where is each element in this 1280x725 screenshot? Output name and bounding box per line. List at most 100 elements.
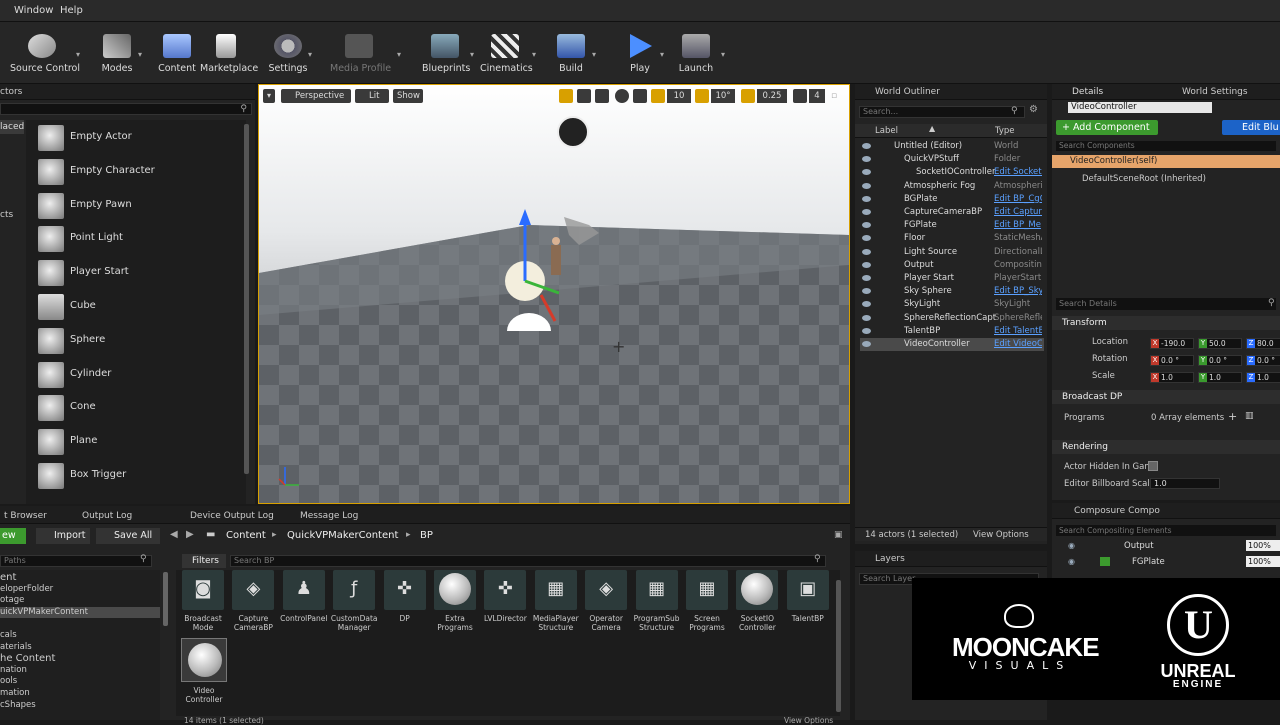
world-space-icon[interactable] bbox=[615, 89, 629, 103]
bottom-tab[interactable]: Output Log bbox=[82, 508, 132, 524]
outliner-row[interactable]: VideoController Edit VideoC bbox=[860, 338, 1044, 351]
outliner-row-type[interactable]: Edit BP_Me bbox=[994, 219, 1042, 232]
maximize-viewport-icon[interactable]: ▫ bbox=[831, 89, 841, 103]
filters-button[interactable]: Filters bbox=[182, 554, 226, 568]
search-details-input[interactable]: Search Details bbox=[1056, 298, 1276, 310]
actor-item[interactable]: Empty Actor bbox=[38, 122, 238, 152]
grid-snap-icon[interactable] bbox=[651, 89, 665, 103]
category-recently-placed[interactable]: laced bbox=[0, 120, 24, 134]
asset-search-input[interactable]: Search BP bbox=[230, 555, 826, 567]
eye-icon[interactable] bbox=[862, 235, 871, 242]
content-button[interactable]: Content bbox=[158, 26, 196, 80]
object-name-field[interactable]: VideoController bbox=[1068, 102, 1212, 113]
breadcrumb-quickvp[interactable]: QuickVPMakerContent bbox=[287, 530, 398, 541]
composure-output-opacity[interactable]: 100% bbox=[1246, 540, 1280, 551]
camera-speed-icon[interactable] bbox=[793, 89, 807, 103]
outliner-row[interactable]: TalentBP Edit TalentE bbox=[860, 325, 1044, 338]
blueprints-button[interactable]: Blueprints bbox=[422, 26, 470, 80]
outliner-row-type[interactable]: Edit SocketI bbox=[994, 166, 1042, 179]
loc-z-field[interactable]: Z 80.0 bbox=[1246, 338, 1280, 349]
add-component-button[interactable]: + Add Component bbox=[1056, 120, 1158, 135]
actor-item[interactable]: Box Trigger bbox=[38, 460, 238, 490]
actor-item[interactable]: Player Start bbox=[38, 257, 238, 287]
play-dropdown[interactable]: ▾ bbox=[660, 50, 664, 59]
outliner-search-input[interactable]: Search... bbox=[859, 106, 1025, 118]
place-search-input[interactable]: ⚲ bbox=[0, 103, 252, 115]
composure-row-fgplate[interactable]: FGPlate bbox=[1132, 557, 1165, 567]
launch-dropdown[interactable]: ▾ bbox=[721, 50, 725, 59]
eye-icon[interactable] bbox=[862, 209, 871, 215]
outliner-row-type[interactable]: Edit VideoC bbox=[994, 338, 1042, 351]
folder-tree-item[interactable]: ent bbox=[0, 572, 160, 583]
scl-z-field[interactable]: Z 1.0 bbox=[1246, 372, 1280, 383]
add-element-icon[interactable]: + bbox=[1228, 410, 1237, 423]
edit-blueprint-button[interactable]: Edit Blu bbox=[1222, 120, 1280, 135]
paths-search-input[interactable]: Paths bbox=[0, 555, 152, 567]
outliner-row[interactable]: CaptureCameraBP Edit Capture bbox=[860, 206, 1044, 219]
actor-list-scrollbar[interactable] bbox=[244, 124, 249, 474]
asset-tile[interactable]: SocketIO Controller bbox=[732, 570, 782, 632]
rot-z-field[interactable]: Z 0.0 ° bbox=[1246, 355, 1280, 366]
eye-icon[interactable] bbox=[862, 275, 871, 281]
folder-tree-item[interactable]: uickVPMakerContent bbox=[0, 606, 160, 618]
scl-x-field[interactable]: X 1.0 bbox=[1150, 372, 1194, 383]
loc-x-field[interactable]: X -190.0 bbox=[1150, 338, 1194, 349]
content-view-options[interactable]: View Options bbox=[784, 716, 833, 725]
eye-icon[interactable] bbox=[862, 288, 871, 295]
forward-arrow-icon[interactable]: ▶ bbox=[186, 529, 194, 540]
eye-icon[interactable] bbox=[862, 341, 871, 347]
scale-snap-value[interactable]: 0.25 bbox=[757, 89, 787, 103]
eye-icon[interactable] bbox=[862, 327, 871, 334]
tab-details[interactable]: Details bbox=[1072, 87, 1103, 97]
bottom-tab[interactable]: Device Output Log bbox=[190, 508, 274, 524]
actor-item[interactable]: Plane bbox=[38, 426, 238, 456]
outliner-row[interactable]: Sky Sphere Edit BP_Sky bbox=[860, 285, 1044, 298]
marketplace-button[interactable]: Marketplace bbox=[200, 26, 258, 80]
rotation-snap-value[interactable]: 10° bbox=[711, 89, 735, 103]
blueprints-dropdown[interactable]: ▾ bbox=[470, 50, 474, 59]
actor-item[interactable]: Cube bbox=[38, 291, 238, 321]
source-control-button[interactable]: Source Control bbox=[10, 26, 80, 80]
bottom-tab[interactable]: t Browser bbox=[4, 508, 47, 524]
actor-item[interactable]: Empty Character bbox=[38, 156, 238, 186]
build-dropdown[interactable]: ▾ bbox=[592, 50, 596, 59]
scale-snap-icon[interactable] bbox=[741, 89, 755, 103]
menu-window[interactable]: Window bbox=[14, 5, 53, 16]
rot-x-field[interactable]: X 0.0 ° bbox=[1150, 355, 1194, 366]
asset-tile[interactable]: ▦ MediaPlayer Structure bbox=[531, 570, 581, 632]
breadcrumb-content[interactable]: Content bbox=[226, 530, 266, 541]
media-profile-dropdown[interactable]: ▾ bbox=[397, 50, 401, 59]
outliner-row[interactable]: QuickVPStuff Folder bbox=[860, 153, 1044, 166]
world-outliner-tab[interactable]: World Outliner bbox=[855, 84, 1047, 100]
surface-snap-icon[interactable] bbox=[633, 89, 647, 103]
outliner-view-options[interactable]: View Options bbox=[973, 530, 1029, 540]
eye-icon[interactable] bbox=[862, 301, 871, 308]
folder-tree-item[interactable]: aterials bbox=[0, 642, 160, 653]
media-profile-button[interactable]: Media Profile bbox=[330, 26, 391, 80]
modes-dropdown[interactable]: ▾ bbox=[138, 50, 142, 59]
outliner-row[interactable]: Floor StaticMeshA bbox=[860, 232, 1044, 245]
composure-tab[interactable]: Composure Compo bbox=[1052, 503, 1280, 519]
asset-grid-scrollbar[interactable] bbox=[836, 580, 841, 712]
eye-icon[interactable]: ◉ bbox=[1068, 557, 1075, 566]
rotate-mode-icon[interactable] bbox=[577, 89, 591, 103]
outliner-row[interactable]: Untitled (Editor) World bbox=[860, 140, 1044, 153]
folder-tree-item[interactable]: nation bbox=[0, 665, 160, 676]
layers-tab[interactable]: Layers bbox=[855, 551, 1047, 567]
eye-icon[interactable]: ◉ bbox=[1068, 541, 1075, 550]
transform-section[interactable]: Transform bbox=[1052, 316, 1280, 330]
outliner-row-type[interactable]: Edit TalentE bbox=[994, 325, 1042, 338]
eye-icon[interactable] bbox=[862, 182, 871, 189]
cinematics-dropdown[interactable]: ▾ bbox=[532, 50, 536, 59]
component-self[interactable]: VideoController(self) bbox=[1052, 155, 1280, 168]
settings-dropdown[interactable]: ▾ bbox=[308, 50, 312, 59]
broadcast-section[interactable]: Broadcast DP bbox=[1052, 390, 1280, 404]
composure-fgplate-opacity[interactable]: 100% bbox=[1246, 556, 1280, 567]
asset-tile[interactable]: ▣ TalentBP bbox=[783, 570, 833, 623]
location-label[interactable]: Location bbox=[1092, 337, 1128, 347]
folder-tree-item[interactable]: he Content bbox=[0, 653, 160, 664]
outliner-row-type[interactable]: Edit BP_Sky bbox=[994, 285, 1042, 298]
settings-button[interactable]: Settings bbox=[268, 26, 308, 80]
asset-tile[interactable]: ◈ Capture CameraBP bbox=[228, 570, 278, 632]
asset-tile[interactable]: ♟ ControlPanel bbox=[279, 570, 329, 623]
